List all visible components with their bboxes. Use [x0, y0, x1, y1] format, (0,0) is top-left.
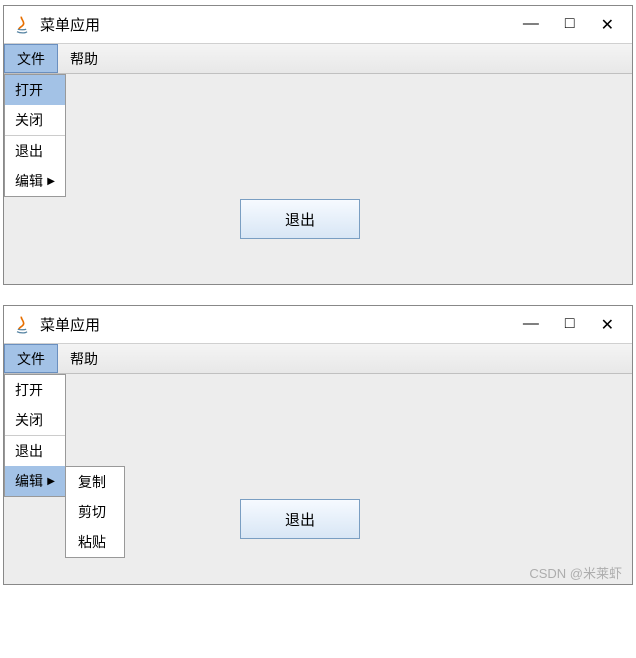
minimize-button[interactable]: — [523, 315, 539, 335]
submenu-item-cut[interactable]: 剪切 [66, 497, 124, 527]
menu-item-close[interactable]: 关闭 [5, 105, 65, 135]
file-dropdown: 打开 关闭 退出 编辑 ▶ [4, 74, 66, 197]
menubar: 文件 帮助 [4, 344, 632, 374]
java-icon [12, 315, 32, 335]
java-icon [12, 15, 32, 35]
window-controls: — □ ✕ [523, 315, 624, 335]
menu-item-exit[interactable]: 退出 [5, 136, 65, 166]
menu-item-exit[interactable]: 退出 [5, 436, 65, 466]
menu-item-close[interactable]: 关闭 [5, 405, 65, 435]
close-button[interactable]: ✕ [601, 15, 614, 35]
close-button[interactable]: ✕ [601, 315, 614, 335]
exit-button[interactable]: 退出 [240, 499, 360, 539]
menu-item-label: 退出 [15, 141, 43, 161]
chevron-right-icon: ▶ [47, 476, 55, 487]
button-label: 退出 [285, 209, 315, 230]
menu-item-edit[interactable]: 编辑 ▶ [5, 466, 65, 496]
app-window-1: 菜单应用 — □ ✕ 文件 帮助 打开 关闭 退出 编辑 ▶ [3, 5, 633, 285]
menu-item-label: 粘贴 [78, 534, 106, 550]
menu-item-open[interactable]: 打开 [5, 375, 65, 405]
menu-item-label: 打开 [15, 80, 43, 100]
maximize-button[interactable]: □ [565, 15, 575, 35]
menu-item-label: 关闭 [15, 410, 43, 430]
exit-button[interactable]: 退出 [240, 199, 360, 239]
client-area: 打开 关闭 退出 编辑 ▶ 退出 [4, 74, 632, 284]
menu-item-label: 编辑 [15, 171, 43, 191]
file-dropdown: 打开 关闭 退出 编辑 ▶ 复制 剪切 [4, 374, 66, 497]
menu-item-label: 打开 [15, 380, 43, 400]
menu-file[interactable]: 文件 [4, 344, 58, 373]
menu-item-label: 退出 [15, 441, 43, 461]
menu-item-open[interactable]: 打开 [5, 75, 65, 105]
menu-file[interactable]: 文件 [4, 44, 58, 73]
menu-item-label: 编辑 [15, 471, 43, 491]
chevron-right-icon: ▶ [47, 176, 55, 187]
app-window-2: 菜单应用 — □ ✕ 文件 帮助 打开 关闭 退出 编辑 ▶ [3, 305, 633, 585]
button-label: 退出 [285, 509, 315, 530]
titlebar: 菜单应用 — □ ✕ [4, 6, 632, 44]
submenu-item-copy[interactable]: 复制 [66, 467, 124, 497]
watermark: CSDN @米莱虾 [529, 563, 622, 582]
submenu-item-paste[interactable]: 粘贴 [66, 527, 124, 557]
titlebar: 菜单应用 — □ ✕ [4, 306, 632, 344]
menu-item-edit[interactable]: 编辑 ▶ [5, 166, 65, 196]
menu-item-label: 复制 [78, 474, 106, 490]
menu-help[interactable]: 帮助 [58, 344, 110, 373]
menu-help[interactable]: 帮助 [58, 44, 110, 73]
window-controls: — □ ✕ [523, 15, 624, 35]
minimize-button[interactable]: — [523, 15, 539, 35]
maximize-button[interactable]: □ [565, 315, 575, 335]
window-title: 菜单应用 [40, 14, 523, 35]
edit-submenu: 复制 剪切 粘贴 [65, 466, 125, 558]
menu-item-label: 剪切 [78, 504, 106, 520]
window-title: 菜单应用 [40, 314, 523, 335]
menu-item-label: 关闭 [15, 110, 43, 130]
client-area: 打开 关闭 退出 编辑 ▶ 复制 剪切 [4, 374, 632, 584]
menubar: 文件 帮助 [4, 44, 632, 74]
